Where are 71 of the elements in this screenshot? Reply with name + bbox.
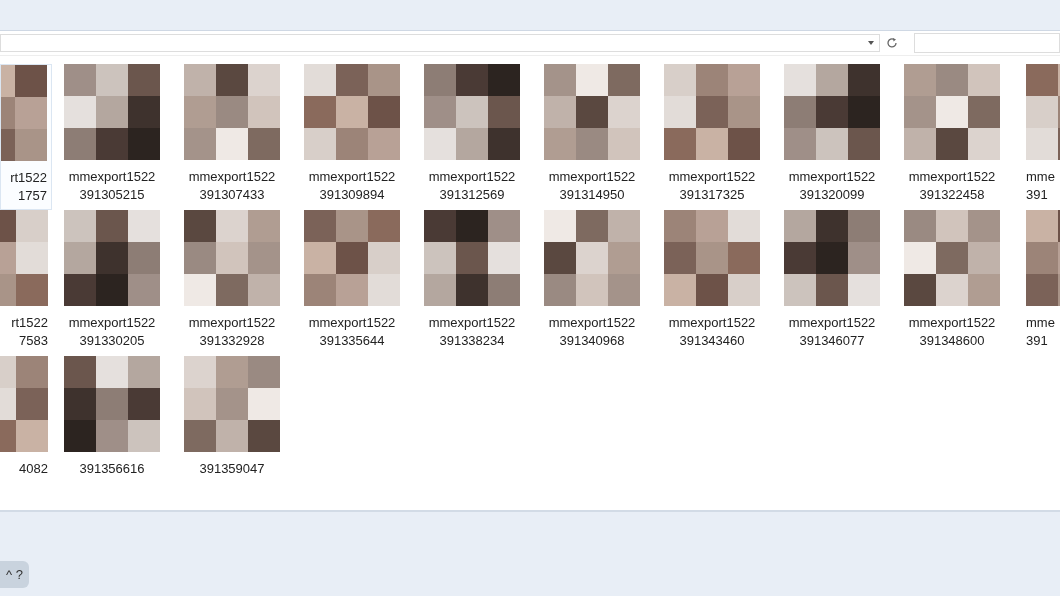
file-item[interactable]: mmexport1522 391346077 [772,210,892,356]
file-item[interactable]: mmexport1522 391312569 [412,64,532,210]
file-name: mmexport1522 [788,168,876,186]
file-name: 1757 [18,187,47,205]
file-name: 391 [1026,332,1048,350]
file-name: 391305215 [79,186,145,204]
file-name: 391343460 [679,332,745,350]
file-name: mmexport1522 [308,314,396,332]
file-name: rt1522 [10,169,47,187]
file-name: 391338234 [439,332,505,350]
file-item[interactable]: rt1522 7583 [0,210,52,356]
file-item[interactable]: mmexport1522 391320099 [772,64,892,210]
file-item[interactable]: mmexport1522 391305215 [52,64,172,210]
help-button[interactable]: ^ ? [0,561,29,588]
file-name: 391335644 [319,332,385,350]
file-name: mmexport1522 [908,314,996,332]
file-name: 391307433 [199,186,265,204]
file-name: mmexport1522 [788,314,876,332]
file-item[interactable]: mmexport1522 391317325 [652,64,772,210]
file-name: mmexport1522 [548,314,636,332]
file-name: 391322458 [919,186,985,204]
file-item[interactable]: mmexport1522 391322458 [892,64,1012,210]
file-name: mmexport1522 [668,314,756,332]
file-item[interactable]: mme 391 [1012,64,1060,210]
file-name: 391314950 [559,186,625,204]
file-item[interactable]: mmexport1522 391348600 [892,210,1012,356]
file-name: mmexport1522 [68,168,156,186]
file-name: 391340968 [559,332,625,350]
file-item[interactable]: rt1522 1757 [0,64,52,210]
file-name: mmexport1522 [188,168,276,186]
file-item[interactable]: mmexport1522 391332928 [172,210,292,356]
file-name: mmexport1522 [68,314,156,332]
file-name: mmexport1522 [428,168,516,186]
file-item[interactable]: mmexport1522 391307433 [172,64,292,210]
file-name: 391332928 [199,332,265,350]
file-name: mmexport1522 [428,314,516,332]
file-name: 7583 [19,332,48,350]
file-name: mmexport1522 [548,168,636,186]
file-name: 391317325 [679,186,745,204]
file-item[interactable]: 391359047 [172,356,292,502]
refresh-icon[interactable] [886,37,898,49]
file-name: 391 [1026,186,1048,204]
file-name: 391320099 [799,186,865,204]
file-name: mme [1026,168,1055,186]
file-name: 391356616 [79,460,145,478]
file-name: mmexport1522 [308,168,396,186]
address-field[interactable] [0,34,880,52]
file-name: 391348600 [919,332,985,350]
file-item[interactable]: 391356616 [52,356,172,502]
file-name: 391346077 [799,332,865,350]
dropdown-icon[interactable] [867,39,875,47]
file-name: mmexport1522 [188,314,276,332]
file-name: mmexport1522 [908,168,996,186]
file-item[interactable]: mmexport1522 391340968 [532,210,652,356]
file-item[interactable]: mmexport1522 391343460 [652,210,772,356]
file-item[interactable]: mme 391 [1012,210,1060,356]
file-name: rt1522 [11,314,48,332]
file-item[interactable]: mmexport1522 391314950 [532,64,652,210]
file-name: 391312569 [439,186,505,204]
file-item[interactable]: mmexport1522 391330205 [52,210,172,356]
file-name: 391359047 [199,460,265,478]
file-name: 391309894 [319,186,385,204]
file-name: 4082 [19,460,48,478]
file-name: 391330205 [79,332,145,350]
file-name: mme [1026,314,1055,332]
file-item[interactable]: mmexport1522 391309894 [292,64,412,210]
file-item[interactable]: 4082 [0,356,52,502]
file-item[interactable]: mmexport1522 391335644 [292,210,412,356]
file-name: mmexport1522 [668,168,756,186]
file-item[interactable]: mmexport1522 391338234 [412,210,532,356]
search-field[interactable] [914,33,1060,53]
